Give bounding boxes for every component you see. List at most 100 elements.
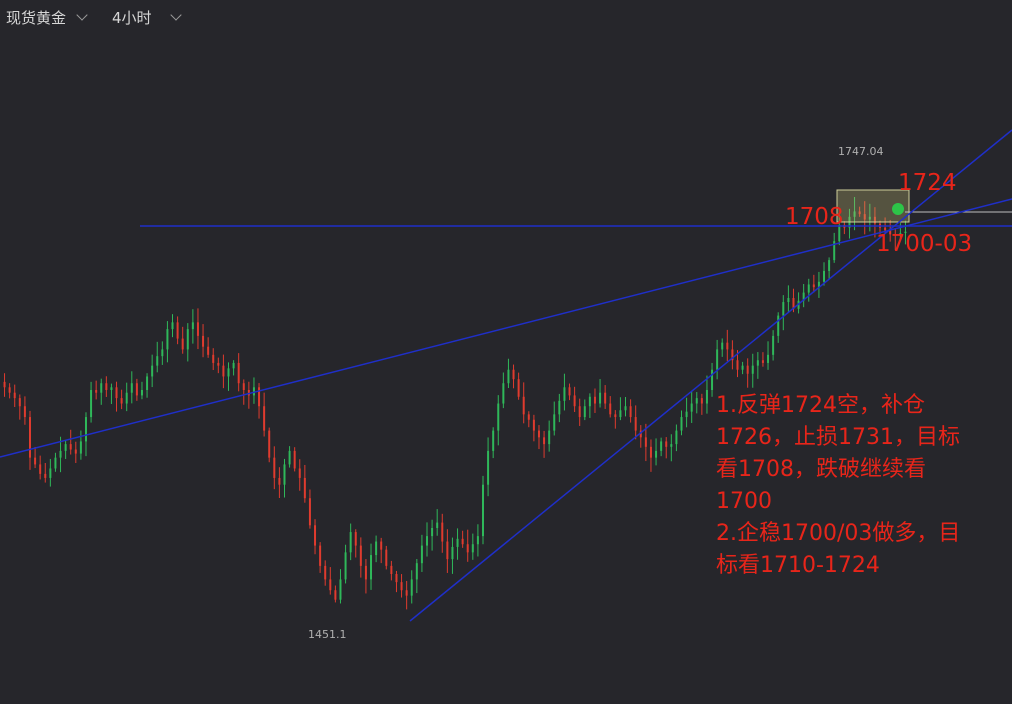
candle-body bbox=[166, 329, 169, 350]
candle-body bbox=[18, 398, 21, 407]
candle-body bbox=[497, 403, 500, 431]
candle-body bbox=[675, 430, 678, 445]
plan-line: 1.反弹1724空，补仓 bbox=[716, 393, 925, 418]
candle-body bbox=[359, 545, 362, 566]
candle-body bbox=[171, 322, 174, 330]
candle-body bbox=[314, 525, 317, 546]
candle-body bbox=[293, 450, 296, 469]
candle-body bbox=[268, 430, 271, 458]
candle-body bbox=[405, 590, 408, 596]
plan-line: 1726，止损1731，目标 bbox=[716, 425, 960, 450]
candle-body bbox=[655, 450, 658, 458]
candle-body bbox=[634, 417, 637, 431]
candle-body bbox=[578, 406, 581, 418]
candle-body bbox=[273, 457, 276, 478]
plan-line: 2.企稳1700/03做多，目 bbox=[716, 521, 961, 546]
candle-body bbox=[283, 464, 286, 485]
candle-body bbox=[278, 477, 281, 485]
candle-body bbox=[395, 574, 398, 583]
candle-body bbox=[319, 545, 322, 566]
candle-body bbox=[507, 369, 510, 384]
candle-body bbox=[364, 565, 367, 580]
candle-body bbox=[767, 354, 770, 363]
candle-body bbox=[583, 406, 586, 418]
candle-body bbox=[100, 383, 103, 393]
candle-body bbox=[329, 579, 332, 591]
candle-body bbox=[59, 450, 62, 458]
candle-body bbox=[619, 410, 622, 418]
level-label-1700-03: 1700-03 bbox=[876, 231, 972, 257]
candle-body bbox=[456, 538, 459, 547]
candle-body bbox=[176, 322, 179, 339]
candle-body bbox=[446, 541, 449, 560]
candle-body bbox=[558, 400, 561, 415]
candle-body bbox=[527, 414, 530, 420]
candle-body bbox=[242, 383, 245, 390]
candle-body bbox=[146, 376, 149, 390]
candle-body bbox=[380, 541, 383, 550]
candle-body bbox=[726, 342, 729, 350]
candle-body bbox=[161, 349, 164, 357]
candle-body bbox=[74, 449, 77, 454]
candle-body bbox=[324, 565, 327, 580]
candle-body bbox=[90, 390, 93, 418]
candle-body bbox=[690, 403, 693, 412]
candle-body bbox=[263, 406, 266, 431]
candle-body bbox=[812, 284, 815, 288]
candle-body bbox=[512, 369, 515, 380]
plan-line: 1700 bbox=[716, 489, 772, 514]
level-label-1724: 1724 bbox=[898, 170, 957, 196]
candlestick-chart[interactable]: 1747.04 1451.1 1724 1708 1700-03 bbox=[0, 0, 1012, 704]
candle-body bbox=[756, 360, 759, 366]
candle-body bbox=[466, 544, 469, 553]
candle-body bbox=[721, 342, 724, 350]
candle-body bbox=[548, 430, 551, 445]
candle-body bbox=[8, 387, 11, 393]
candle-body bbox=[64, 444, 67, 451]
candle-body bbox=[823, 270, 826, 282]
candle-body bbox=[517, 379, 520, 397]
candle-body bbox=[34, 457, 37, 465]
candle-body bbox=[746, 365, 749, 374]
candle-body bbox=[884, 227, 887, 231]
candle-body bbox=[777, 315, 780, 336]
candle-body bbox=[537, 430, 540, 438]
candle-body bbox=[644, 437, 647, 447]
candle-body bbox=[431, 528, 434, 537]
candle-body bbox=[308, 498, 311, 526]
candle-body bbox=[202, 335, 205, 347]
candle-body bbox=[237, 362, 240, 384]
candle-body bbox=[298, 468, 301, 478]
candle-body bbox=[441, 522, 444, 542]
candle-body bbox=[79, 441, 82, 454]
candle-body bbox=[288, 450, 291, 465]
candle-body bbox=[156, 356, 159, 366]
candle-body bbox=[217, 362, 220, 366]
high-price-label: 1747.04 bbox=[838, 145, 884, 158]
candle-body bbox=[344, 552, 347, 580]
candle-body bbox=[186, 329, 189, 350]
candle-body bbox=[151, 365, 154, 377]
candle-body bbox=[375, 541, 378, 556]
candle-body bbox=[222, 365, 225, 377]
candle-body bbox=[140, 390, 143, 396]
candle-body bbox=[807, 284, 810, 293]
candle-body bbox=[573, 395, 576, 407]
candle-body bbox=[593, 396, 596, 404]
candle-body bbox=[181, 338, 184, 350]
candle-body bbox=[680, 417, 683, 431]
candle-body bbox=[782, 302, 785, 316]
candle-body bbox=[532, 419, 535, 431]
candle-body bbox=[649, 446, 652, 458]
candle-body bbox=[700, 398, 703, 404]
candle-body bbox=[599, 392, 602, 404]
candle-body bbox=[522, 396, 525, 415]
candle-body bbox=[568, 387, 571, 396]
candle-body bbox=[604, 392, 607, 404]
candle-body bbox=[665, 441, 668, 447]
candle-body bbox=[400, 582, 403, 591]
candle-body bbox=[761, 360, 764, 363]
candle-body bbox=[436, 522, 439, 528]
current-price-dot bbox=[892, 203, 904, 215]
candle-body bbox=[191, 322, 194, 330]
